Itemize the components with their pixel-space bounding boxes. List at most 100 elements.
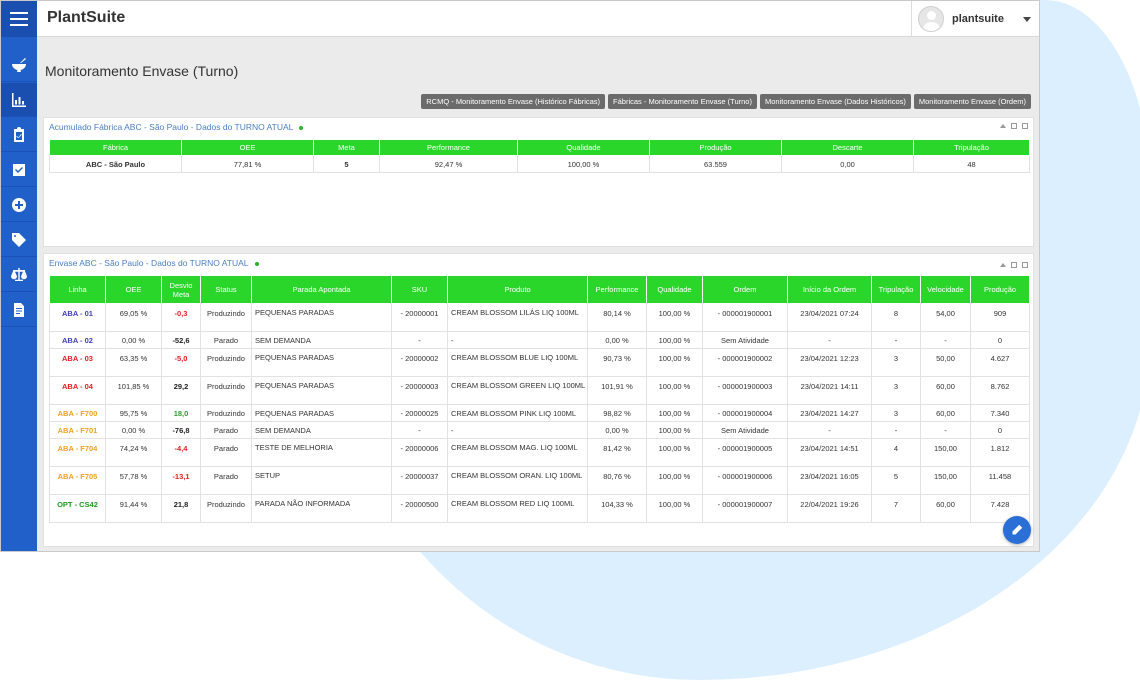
table-cell: 5 — [313, 155, 380, 173]
column-header[interactable]: Status — [200, 275, 252, 304]
sidebar-item-tasks[interactable] — [1, 153, 37, 187]
column-header[interactable]: Performance — [379, 139, 518, 156]
column-header[interactable]: Início da Ordem — [787, 275, 872, 304]
sidebar-item-mortar[interactable] — [1, 48, 37, 82]
column-header[interactable]: Tripulação — [913, 139, 1030, 156]
cell-produto: CREAM BLOSSOM LILÁS LIQ 100ML — [447, 303, 588, 332]
sidebar-item-tags[interactable] — [1, 223, 37, 257]
table-row[interactable]: ABA - F701 0,00 % -76,8 Parado SEM DEMANDA - -… — [49, 421, 1030, 439]
cell-status: Produzindo — [200, 376, 252, 405]
cell-vel: 54,00 — [920, 303, 971, 332]
sidebar-item-reports[interactable] — [1, 293, 37, 327]
cell-perf: 90,73 % — [587, 348, 647, 377]
nav-button-fabricas-turno[interactable]: Fábricas - Monitoramento Envase (Turno) — [608, 94, 757, 109]
table-row[interactable]: ABA - F700 95,75 % 18,0 Produzindo PEQUENAS … — [49, 404, 1030, 422]
column-header[interactable]: Performance — [587, 275, 647, 304]
column-header[interactable]: Desvio Meta — [161, 275, 201, 304]
panel-tools — [1000, 123, 1028, 129]
cell-desvio: 29,2 — [161, 376, 201, 405]
panel-title: Acumulado Fábrica ABC - São Paulo - Dado… — [49, 122, 304, 132]
table-row[interactable]: ABA - 03 63,35 % -5,0 Produzindo PEQUENAS PA… — [49, 348, 1030, 377]
collapse-icon[interactable] — [1000, 124, 1006, 128]
nav-button-ordem[interactable]: Monitoramento Envase (Ordem) — [913, 94, 1031, 109]
table-cell: 0,00 — [781, 155, 914, 173]
refresh-icon[interactable] — [1022, 262, 1028, 268]
edit-button[interactable] — [1003, 516, 1031, 544]
table-row[interactable]: ABA - 04 101,85 % 29,2 Produzindo PEQUENAS P… — [49, 376, 1030, 405]
cell-status: Parado — [200, 331, 252, 349]
cell-produto: CREAM BLOSSOM GREEN LIQ 100ML — [447, 376, 588, 405]
table-cell: 92,47 % — [379, 155, 518, 173]
cell-trip: 7 — [871, 494, 921, 523]
column-header[interactable]: Produto — [447, 275, 588, 304]
table-cell: 63.559 — [649, 155, 782, 173]
column-header[interactable]: Descarte — [781, 139, 914, 156]
column-header[interactable]: Produção — [970, 275, 1030, 304]
cell-vel: 50,00 — [920, 348, 971, 377]
cell-linha: ABA - 03 — [49, 348, 106, 377]
cell-desvio: -13,1 — [161, 466, 201, 495]
table-header-row: Linha OEE Desvio Meta Status Parada Apontada… — [49, 275, 1030, 304]
cell-ordem: Sem Atividade — [702, 331, 788, 349]
cell-parada: PEQUENAS PARADAS — [251, 303, 392, 332]
cell-linha: ABA - 01 — [49, 303, 106, 332]
fullscreen-icon[interactable] — [1011, 123, 1017, 129]
sidebar-item-add[interactable] — [1, 188, 37, 222]
page-title: Monitoramento Envase (Turno) — [45, 63, 239, 79]
column-header[interactable]: OEE — [181, 139, 314, 156]
sidebar-item-inspection[interactable] — [1, 118, 37, 152]
column-header[interactable]: Ordem — [702, 275, 788, 304]
cell-prod: 0 — [970, 331, 1030, 349]
fullscreen-icon[interactable] — [1011, 262, 1017, 268]
user-menu[interactable]: plantsuite — [911, 1, 1039, 37]
cell-parada: PEQUENAS PARADAS — [251, 348, 392, 377]
table-row[interactable]: OPT - CS42 91,44 % 21,8 Produzindo PARADA NÃ… — [49, 494, 1030, 523]
cell-oee: 101,85 % — [105, 376, 162, 405]
column-header[interactable]: Linha — [49, 275, 106, 304]
column-header[interactable]: Velocidade — [920, 275, 971, 304]
cell-status: Produzindo — [200, 404, 252, 422]
checkbox-icon — [13, 163, 25, 176]
column-header[interactable]: Produção — [649, 139, 782, 156]
table-row[interactable]: ABA - 01 69,05 % -0,3 Produzindo PEQUENAS PA… — [49, 303, 1030, 332]
cell-vel: 60,00 — [920, 376, 971, 405]
cell-qual: 100,00 % — [646, 331, 703, 349]
cell-inicio: 23/04/2021 16:05 — [787, 466, 872, 495]
cell-prod: 0 — [970, 421, 1030, 439]
cell-inicio: 23/04/2021 14:51 — [787, 438, 872, 467]
cell-oee: 0,00 % — [105, 421, 162, 439]
cell-linha: OPT - CS42 — [49, 494, 106, 523]
refresh-icon[interactable] — [1022, 123, 1028, 129]
collapse-icon[interactable] — [1000, 263, 1006, 267]
cell-sku: - 20000001 — [391, 303, 448, 332]
cell-linha: ABA - F705 — [49, 466, 106, 495]
cell-trip: - — [871, 421, 921, 439]
factory-summary-table: Fábrica OEE Meta Performance Qualidade Produç… — [49, 139, 1030, 173]
cell-inicio: - — [787, 331, 872, 349]
column-header[interactable]: SKU — [391, 275, 448, 304]
document-icon — [14, 302, 24, 317]
column-header[interactable]: Qualidade — [646, 275, 703, 304]
table-row[interactable]: ABA - F704 74,24 % -4,4 Parado TESTE DE MELH… — [49, 438, 1030, 467]
cell-qual: 100,00 % — [646, 494, 703, 523]
column-header[interactable]: Fábrica — [49, 139, 182, 156]
table-row[interactable]: ABA - 02 0,00 % -52,6 Parado SEM DEMANDA - -0,… — [49, 331, 1030, 349]
sidebar-item-dashboard[interactable] — [1, 83, 37, 117]
cell-trip: 3 — [871, 376, 921, 405]
column-header[interactable]: Meta — [313, 139, 380, 156]
cell-linha: ABA - 02 — [49, 331, 106, 349]
cell-inicio: 23/04/2021 07:24 — [787, 303, 872, 332]
column-header[interactable]: OEE — [105, 275, 162, 304]
nav-button-dados-historicos[interactable]: Monitoramento Envase (Dados Históricos) — [759, 94, 911, 109]
cell-status: Parado — [200, 438, 252, 467]
sidebar-item-balance[interactable] — [1, 258, 37, 292]
column-header[interactable]: Qualidade — [517, 139, 650, 156]
table-row[interactable]: ABA - F705 57,78 % -13,1 Parado SETUP - 20000… — [49, 466, 1030, 495]
column-header[interactable]: Parada Apontada — [251, 275, 392, 304]
menu-toggle-icon[interactable] — [1, 1, 37, 37]
cell-parada: SEM DEMANDA — [251, 331, 392, 349]
nav-button-rcmq-historico[interactable]: RCMQ - Monitoramento Envase (Histórico F… — [421, 94, 606, 109]
cell-oee: 91,44 % — [105, 494, 162, 523]
cell-qual: 100,00 % — [646, 303, 703, 332]
column-header[interactable]: Tripulação — [871, 275, 921, 304]
